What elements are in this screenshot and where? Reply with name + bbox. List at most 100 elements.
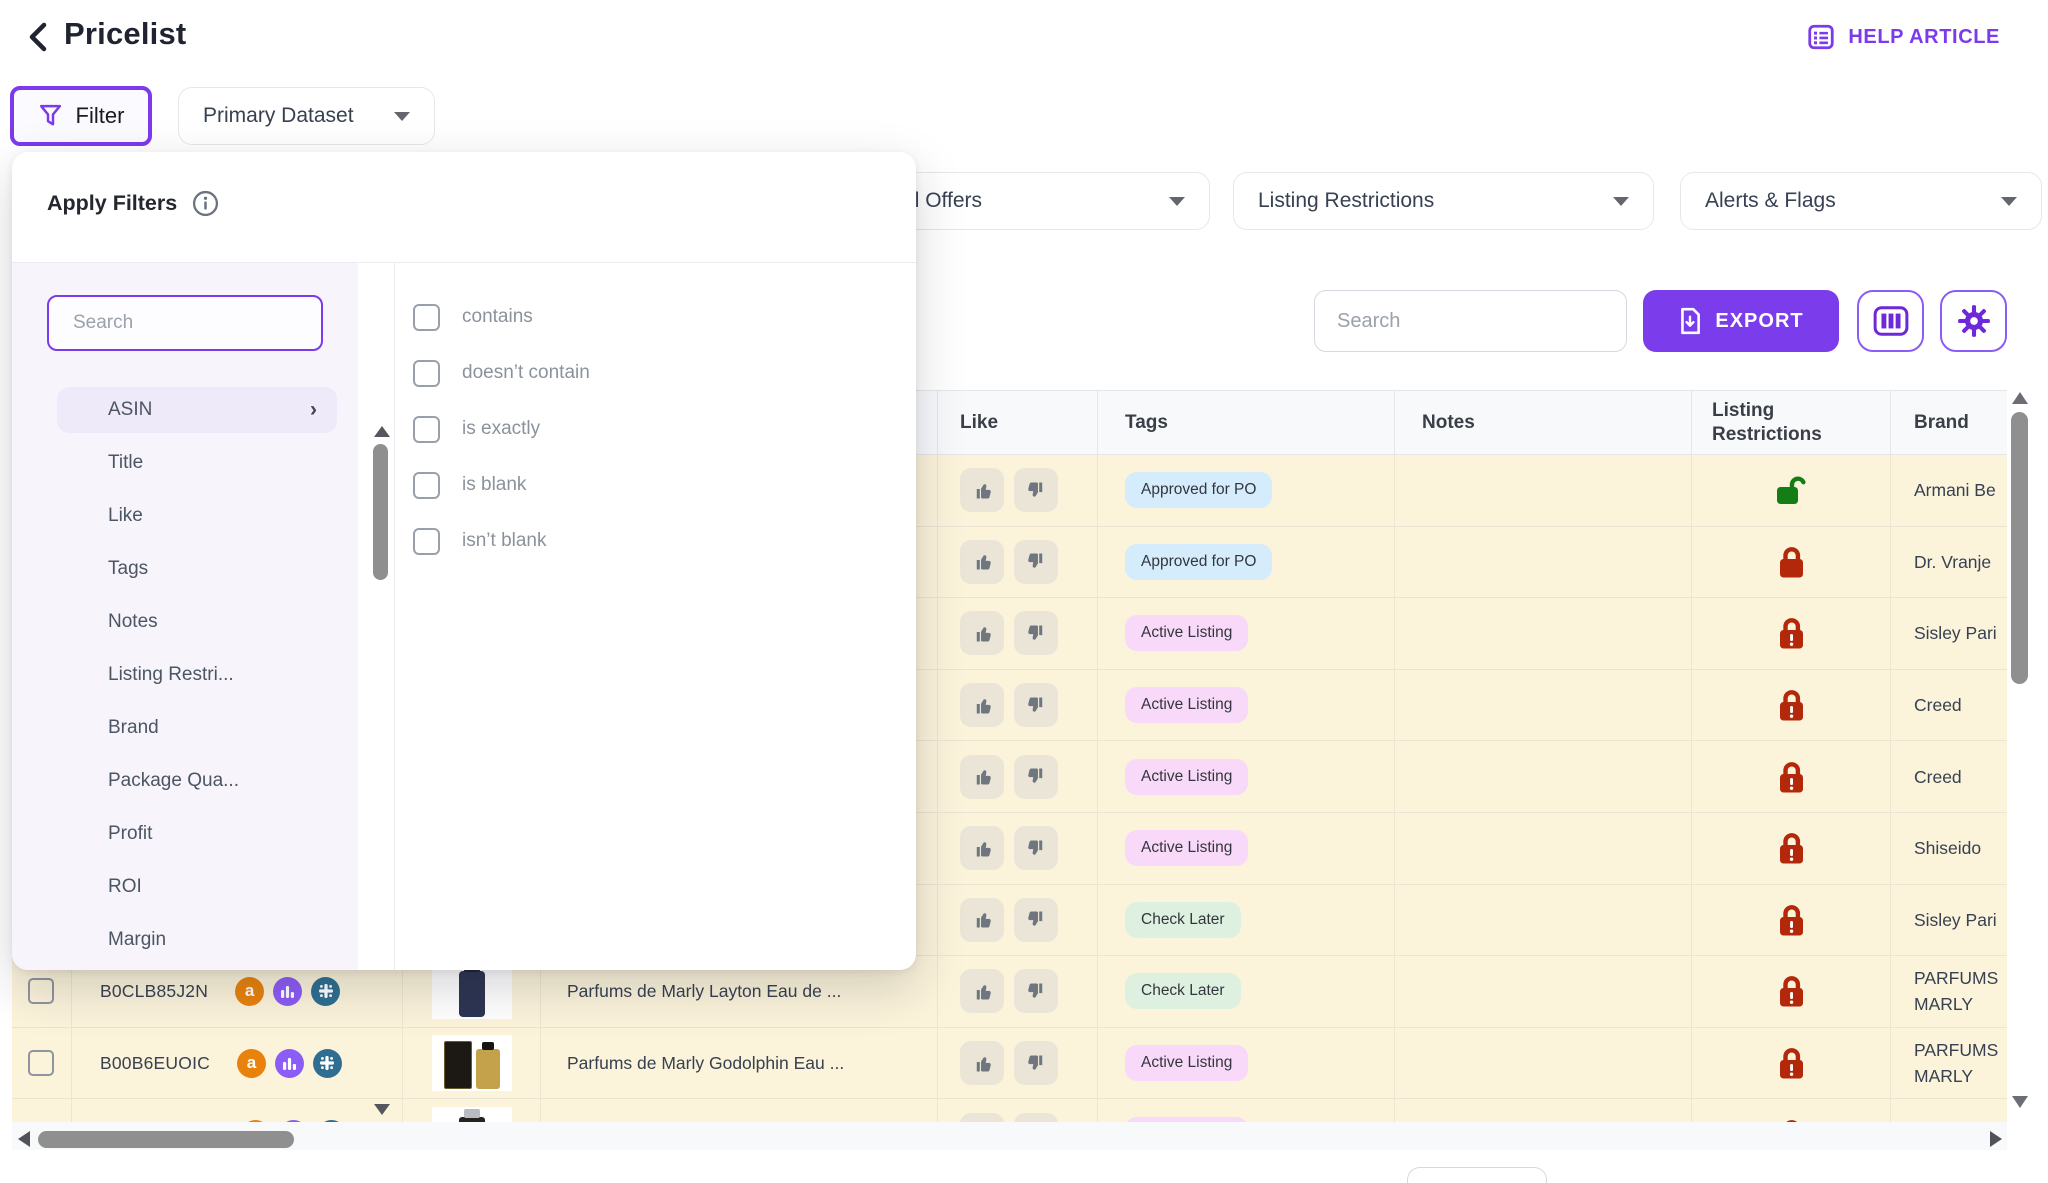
thumbs-down-button[interactable]	[1014, 468, 1058, 512]
export-button[interactable]: EXPORT	[1643, 290, 1839, 352]
horizontal-scrollbar-thumb[interactable]	[38, 1131, 294, 1148]
settings-button[interactable]	[1940, 290, 2007, 352]
notes-cell[interactable]	[1395, 527, 1692, 598]
thumbs-up-icon	[970, 478, 995, 503]
pagination-button[interactable]	[1407, 1167, 1547, 1183]
thumbs-up-button[interactable]	[960, 468, 1004, 512]
notes-cell[interactable]	[1395, 741, 1692, 812]
column-header-listing-restrictions: Listing Restrictions	[1692, 391, 1891, 454]
thumbs-down-button[interactable]	[1014, 683, 1058, 727]
thumbs-down-button[interactable]	[1014, 1041, 1058, 1085]
operator-row: doesn’t contain	[413, 359, 590, 387]
alerts-flags-dropdown[interactable]: Alerts & Flags	[1680, 172, 2042, 230]
dataset-dropdown[interactable]: Primary Dataset	[178, 87, 435, 145]
filter-field-asin[interactable]: ASIN›	[57, 387, 337, 433]
tag-badge[interactable]: Approved for PO	[1125, 472, 1272, 508]
listing-restrictions-cell[interactable]	[1692, 885, 1891, 956]
notes-cell[interactable]	[1395, 956, 1692, 1027]
operator-checkbox[interactable]	[413, 360, 440, 387]
filter-button[interactable]: Filter	[10, 86, 152, 146]
thumbs-down-button[interactable]	[1014, 755, 1058, 799]
tag-badge[interactable]: Active Listing	[1125, 759, 1248, 795]
notes-cell[interactable]	[1395, 885, 1692, 956]
listing-restrictions-cell[interactable]	[1692, 527, 1891, 598]
filter-field-margin[interactable]: Margin	[57, 917, 337, 963]
thumbs-up-button[interactable]	[960, 755, 1004, 799]
tag-badge[interactable]: Check Later	[1125, 973, 1241, 1009]
amazon-icon[interactable]: a	[235, 977, 264, 1006]
help-article-link[interactable]: HELP ARTICLE	[1806, 22, 2000, 52]
tag-badge[interactable]: Active Listing	[1125, 1045, 1248, 1081]
thumbs-down-button[interactable]	[1014, 969, 1058, 1013]
columns-button[interactable]	[1857, 290, 1924, 352]
notes-cell[interactable]	[1395, 1028, 1692, 1099]
chevron-down-icon	[1169, 197, 1185, 206]
tag-badge[interactable]: Active Listing	[1125, 830, 1248, 866]
filter-field-listing-restri[interactable]: Listing Restri...	[57, 652, 337, 698]
thumbs-down-button[interactable]	[1014, 826, 1058, 870]
field-list-scrollbar-thumb[interactable]	[373, 444, 388, 580]
notes-cell[interactable]	[1395, 813, 1692, 884]
keepa-chart-icon[interactable]	[275, 1049, 304, 1078]
listing-restrictions-cell[interactable]	[1692, 956, 1891, 1027]
thumbs-down-button[interactable]	[1014, 898, 1058, 942]
operator-checkbox[interactable]	[413, 528, 440, 555]
row-checkbox[interactable]	[28, 1050, 54, 1076]
listing-restrictions-cell[interactable]	[1692, 741, 1891, 812]
operator-checkbox[interactable]	[413, 304, 440, 331]
like-cell	[938, 598, 1098, 669]
tag-badge[interactable]: Check Later	[1125, 902, 1241, 938]
operator-checkbox[interactable]	[413, 472, 440, 499]
operator-checkbox[interactable]	[413, 416, 440, 443]
thumbs-down-button[interactable]	[1014, 611, 1058, 655]
notes-cell[interactable]	[1395, 598, 1692, 669]
thumbs-up-button[interactable]	[960, 969, 1004, 1013]
filter-field-like[interactable]: Like	[57, 493, 337, 539]
listing-restrictions-cell[interactable]	[1692, 813, 1891, 884]
filter-field-package-qua[interactable]: Package Qua...	[57, 758, 337, 804]
field-list-scroll-down-arrow[interactable]	[374, 1104, 390, 1115]
selleramp-icon[interactable]	[313, 1049, 342, 1078]
vertical-scrollbar-thumb[interactable]	[2011, 412, 2028, 684]
listing-restrictions-cell[interactable]	[1692, 455, 1891, 526]
filter-field-title[interactable]: Title	[57, 440, 337, 486]
field-list-scroll-up-arrow[interactable]	[374, 426, 390, 437]
thumbs-up-button[interactable]	[960, 683, 1004, 727]
keepa-chart-icon[interactable]	[273, 977, 302, 1006]
row-checkbox[interactable]	[28, 978, 54, 1004]
filter-field-notes[interactable]: Notes	[57, 599, 337, 645]
back-icon[interactable]	[24, 20, 54, 54]
listing-restrictions-cell[interactable]	[1692, 670, 1891, 741]
listing-restrictions-cell[interactable]	[1692, 1028, 1891, 1099]
filter-field-profit[interactable]: Profit	[57, 811, 337, 857]
filter-field-brand[interactable]: Brand	[57, 705, 337, 751]
tags-cell: Check Later	[1098, 956, 1395, 1027]
tag-badge[interactable]: Active Listing	[1125, 615, 1248, 651]
thumbs-down-button[interactable]	[1014, 540, 1058, 584]
thumbs-up-button[interactable]	[960, 540, 1004, 584]
alerts-flags-dropdown-label: Alerts & Flags	[1705, 189, 1836, 213]
info-icon[interactable]	[192, 190, 219, 217]
filter-field-tags[interactable]: Tags	[57, 546, 337, 592]
thumbs-up-button[interactable]	[960, 611, 1004, 655]
scroll-down-arrow[interactable]	[2012, 1096, 2028, 1108]
horizontal-scrollbar-track[interactable]	[12, 1122, 2007, 1150]
listing-restrictions-dropdown[interactable]: Listing Restrictions	[1233, 172, 1654, 230]
scroll-left-arrow[interactable]	[18, 1131, 30, 1147]
scroll-right-arrow[interactable]	[1990, 1131, 2002, 1147]
fields-search-input[interactable]	[47, 295, 323, 351]
thumbs-up-button[interactable]	[960, 826, 1004, 870]
notes-cell[interactable]	[1395, 670, 1692, 741]
locked-icon	[1776, 974, 1807, 1008]
tag-badge[interactable]: Approved for PO	[1125, 544, 1272, 580]
thumbs-up-button[interactable]	[960, 898, 1004, 942]
scroll-up-arrow[interactable]	[2012, 392, 2028, 404]
thumbs-up-button[interactable]	[960, 1041, 1004, 1085]
table-search-input[interactable]	[1314, 290, 1627, 352]
notes-cell[interactable]	[1395, 455, 1692, 526]
selleramp-icon[interactable]	[311, 977, 340, 1006]
amazon-icon[interactable]: a	[237, 1049, 266, 1078]
filter-field-roi[interactable]: ROI	[57, 864, 337, 910]
listing-restrictions-cell[interactable]	[1692, 598, 1891, 669]
tag-badge[interactable]: Active Listing	[1125, 687, 1248, 723]
